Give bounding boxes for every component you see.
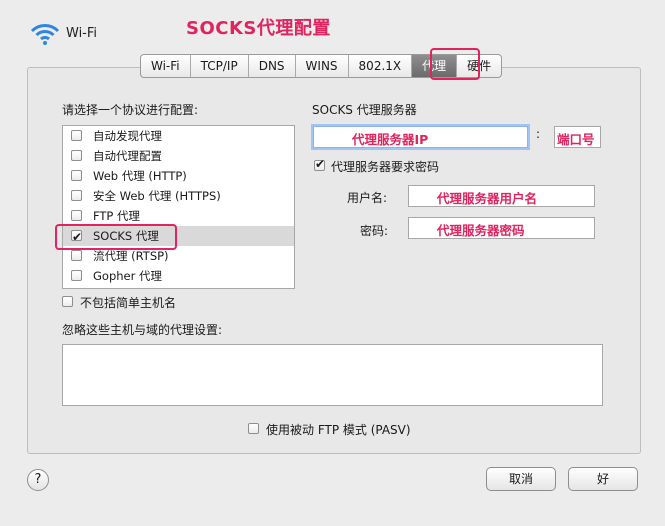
protocol-checkbox[interactable] <box>71 270 82 281</box>
protocol-label: Gopher 代理 <box>93 269 162 283</box>
tab-wifi[interactable]: Wi-Fi <box>141 55 191 77</box>
socks-server-label: SOCKS 代理服务器 <box>312 103 417 117</box>
tab-bar: Wi-Fi TCP/IP DNS WINS 802.1X 代理 硬件 <box>140 54 503 78</box>
help-button[interactable]: ? <box>27 469 49 491</box>
protocol-label: FTP 代理 <box>93 209 141 223</box>
protocol-row-gopher[interactable]: Gopher 代理 <box>63 266 294 286</box>
tab-tcpip[interactable]: TCP/IP <box>191 55 249 77</box>
socks-server-input[interactable]: 代理服务器IP <box>313 126 528 148</box>
protocol-label: SOCKS 代理 <box>93 229 159 243</box>
tab-wins[interactable]: WINS <box>296 55 349 77</box>
protocol-checkbox[interactable] <box>71 210 82 221</box>
bypass-label: 忽略这些主机与域的代理设置: <box>62 323 223 337</box>
protocol-row-ftp[interactable]: FTP 代理 <box>63 206 294 226</box>
protocol-checkbox[interactable] <box>71 227 82 247</box>
bypass-hosts-textarea[interactable] <box>62 344 603 406</box>
network-name: Wi-Fi <box>66 26 98 41</box>
password-annotation: 代理服务器密码 <box>437 223 525 238</box>
wifi-icon <box>30 24 60 45</box>
tab-8021x[interactable]: 802.1X <box>349 55 413 77</box>
protocol-row-socks[interactable]: SOCKS 代理 <box>63 226 294 247</box>
password-label: 密码: <box>360 224 389 238</box>
protocol-checkbox[interactable] <box>71 150 82 161</box>
protocol-row-rtsp[interactable]: 流代理 (RTSP) <box>63 246 294 266</box>
protocol-checkbox[interactable] <box>71 250 82 261</box>
port-annotation: 端口号 <box>557 132 595 147</box>
protocol-row-auto-config[interactable]: 自动代理配置 <box>63 146 294 166</box>
socks-port-input[interactable]: 端口号 <box>554 126 601 148</box>
username-input[interactable]: 代理服务器用户名 <box>408 185 595 207</box>
protocol-label: 自动发现代理 <box>93 129 162 143</box>
tab-proxies[interactable]: 代理 <box>412 55 458 77</box>
exclude-simple-checkbox[interactable] <box>62 296 73 307</box>
protocol-checkbox[interactable] <box>71 190 82 201</box>
requires-password-checkbox[interactable] <box>314 157 325 171</box>
protocol-label: 自动代理配置 <box>93 149 162 163</box>
password-input[interactable]: 代理服务器密码 <box>408 217 595 239</box>
port-separator: : <box>536 127 541 141</box>
username-annotation: 代理服务器用户名 <box>437 191 538 206</box>
passive-ftp-label: 使用被动 FTP 模式 (PASV) <box>266 423 411 437</box>
protocol-row-auto-discovery[interactable]: 自动发现代理 <box>63 126 294 146</box>
annotation-title: SOCKS代理配置 <box>186 18 331 39</box>
protocol-list-label: 请选择一个协议进行配置: <box>62 103 199 117</box>
exclude-simple-label: 不包括简单主机名 <box>80 296 177 310</box>
protocol-label: 安全 Web 代理 (HTTPS) <box>93 189 221 203</box>
protocol-row-https[interactable]: 安全 Web 代理 (HTTPS) <box>63 186 294 206</box>
protocol-list[interactable]: 自动发现代理 自动代理配置 Web 代理 (HTTP) 安全 Web 代理 (H… <box>62 125 295 289</box>
cancel-button[interactable]: 取消 <box>486 467 556 491</box>
protocol-checkbox[interactable] <box>71 130 82 141</box>
protocol-checkbox[interactable] <box>71 170 82 181</box>
tab-dns[interactable]: DNS <box>249 55 296 77</box>
ok-button[interactable]: 好 <box>568 467 638 491</box>
username-label: 用户名: <box>347 191 388 205</box>
server-ip-annotation: 代理服务器IP <box>352 132 429 147</box>
network-advanced-sheet: Wi-Fi SOCKS代理配置 Wi-Fi TCP/IP DNS WINS 80… <box>0 0 665 526</box>
tab-hardware[interactable]: 硬件 <box>457 55 501 77</box>
passive-ftp-checkbox[interactable] <box>248 423 259 434</box>
requires-password-label: 代理服务器要求密码 <box>331 160 440 174</box>
protocol-row-http[interactable]: Web 代理 (HTTP) <box>63 166 294 186</box>
protocol-label: Web 代理 (HTTP) <box>93 169 187 183</box>
protocol-label: 流代理 (RTSP) <box>93 249 169 263</box>
